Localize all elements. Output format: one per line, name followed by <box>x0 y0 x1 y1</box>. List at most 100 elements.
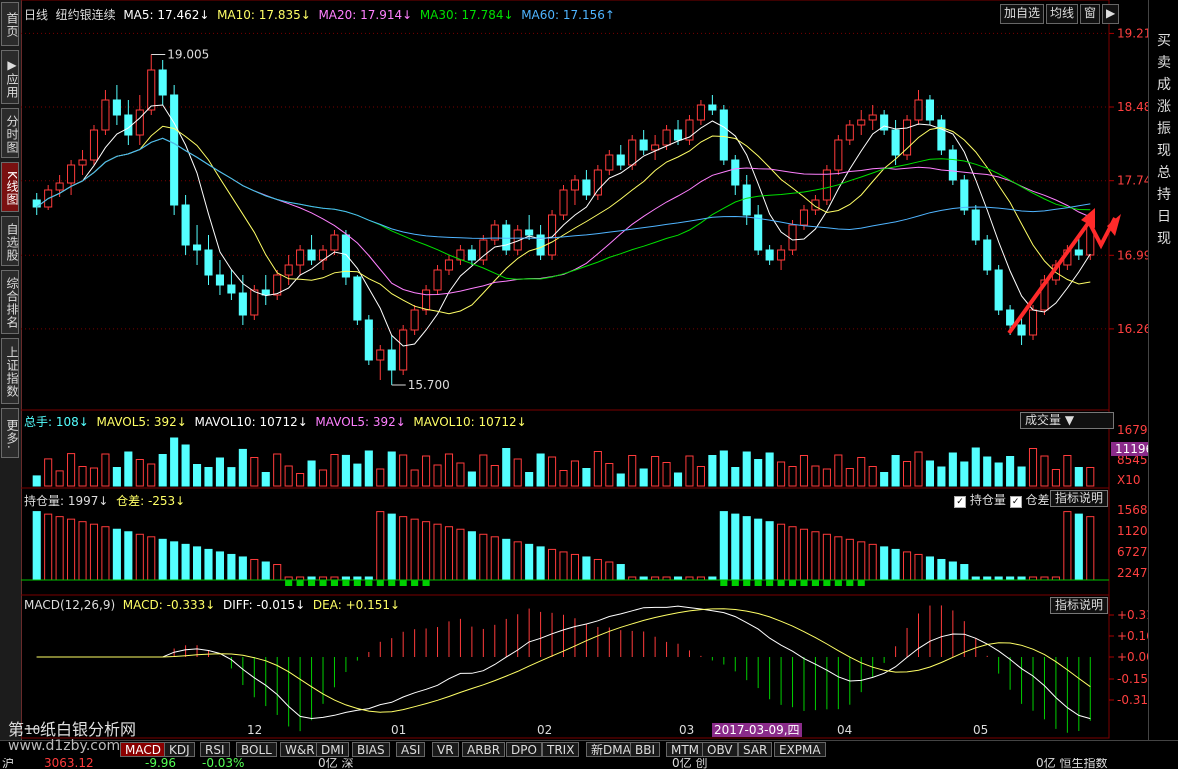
oi-checkbox[interactable]: ✓ <box>954 496 966 508</box>
tab-arbr[interactable]: ARBR <box>462 742 506 757</box>
volume-bar <box>547 456 557 487</box>
sidebar-more[interactable]: 更多. <box>1 408 19 458</box>
oi-bar <box>719 511 728 581</box>
candle-body <box>376 349 385 361</box>
oi-diff-bar <box>823 580 831 586</box>
sidebar-shanghai-index[interactable]: 上证指数 <box>1 338 19 404</box>
ma-button[interactable]: 均线 <box>1046 4 1079 24</box>
candle-body <box>387 349 396 371</box>
sidebar-home[interactable]: 首页 <box>1 2 19 46</box>
sidebar-watchlist[interactable]: 自选股 <box>1 216 19 266</box>
sidebar-intraday[interactable]: 分时图 <box>1 108 19 158</box>
add-watchlist-button[interactable]: 加自选 <box>1000 4 1045 24</box>
volume-bar <box>696 466 705 487</box>
oi-checkboxes: ✓ 持仓量 ✓ 仓差 <box>954 491 1050 508</box>
tab-kdj[interactable]: KDJ <box>164 742 195 757</box>
candle-body <box>1074 249 1083 256</box>
oi-bar <box>147 536 156 581</box>
mavol5-legend: MAVOL5: 392↓ <box>96 415 187 429</box>
tab-vr[interactable]: VR <box>432 742 459 757</box>
volume-bar <box>124 451 133 487</box>
tab-trix[interactable]: TRIX <box>542 742 580 757</box>
candle-body <box>937 119 946 151</box>
oi-bar <box>261 561 270 581</box>
tab-mtm[interactable]: MTM <box>666 742 705 757</box>
indicator-selector[interactable]: 成交量 ▼ <box>1020 412 1114 429</box>
tab-bbi[interactable]: BBI <box>630 742 661 757</box>
volume-bar <box>330 454 339 487</box>
chart-area[interactable]: 19.216 18.480 17.743 16.997 16.261 19.005 15.7… <box>21 0 1148 740</box>
oi-diff-bar <box>846 580 854 586</box>
tab-obv[interactable]: OBV <box>702 742 738 757</box>
volume-bar <box>880 472 889 487</box>
tab-wr[interactable]: W&R <box>280 742 320 757</box>
oi-diff-bar <box>411 580 419 586</box>
volume-bar <box>914 451 923 487</box>
diff-checkbox[interactable]: ✓ <box>1009 496 1022 508</box>
volume-bar <box>376 468 385 487</box>
oi-bar <box>456 528 465 581</box>
tab-asi[interactable]: ASI <box>396 742 426 757</box>
date-axis-label: 01 <box>391 723 406 737</box>
tab-rsi[interactable]: RSI <box>200 742 230 757</box>
candle-body <box>101 99 110 131</box>
oi-diff-bar <box>296 580 304 586</box>
oi-help-button[interactable]: 指标说明 <box>1050 490 1109 507</box>
status-change: -9.96 <box>145 758 177 769</box>
oi-bar <box>135 533 144 581</box>
volume-bar <box>479 454 488 487</box>
tab-expma[interactable]: EXPMA <box>774 742 826 757</box>
tab-bias[interactable]: BIAS <box>352 742 390 757</box>
candle-body <box>1006 309 1015 326</box>
tab-dmi[interactable]: DMI <box>316 742 350 757</box>
macd-name: MACD(12,26,9) <box>24 598 116 612</box>
oi-bar <box>834 536 843 581</box>
volume-bar <box>822 468 831 487</box>
tab-macd[interactable]: MACD <box>120 742 166 757</box>
oi-diff-bar <box>731 580 739 586</box>
right-panel-char: 持 <box>1157 187 1171 203</box>
oi-bar <box>1063 511 1072 581</box>
oi-bar <box>559 551 568 581</box>
volume-bar <box>777 461 786 487</box>
oi-diff-bar <box>399 580 407 586</box>
top-toolbar: 加自选 均线 窗 ▶ <box>1000 4 1120 24</box>
oi-bar <box>731 513 740 581</box>
volume-bar <box>616 473 625 487</box>
volume-bar <box>78 466 87 487</box>
volume-bar <box>318 469 328 487</box>
tab-dma[interactable]: 新DMA <box>586 742 636 757</box>
candle-body <box>788 224 797 251</box>
sidebar-kline[interactable]: K线图 <box>1 162 19 212</box>
oi-bar <box>948 561 957 581</box>
tab-boll[interactable]: BOLL <box>236 742 277 757</box>
collapse-arrow-icon[interactable]: ▶ <box>1102 4 1120 24</box>
sidebar-apps[interactable]: ▶应用 <box>1 50 19 104</box>
oi-bar <box>742 516 751 581</box>
oi-bar <box>811 531 820 581</box>
oi-diff-bar <box>857 580 865 586</box>
oi-bar <box>891 548 900 581</box>
volume-bar <box>284 465 293 487</box>
window-button[interactable]: 窗 <box>1080 4 1101 24</box>
macd-axis-label: +0.162 <box>1117 629 1148 643</box>
candle-body <box>422 289 431 311</box>
volume-bar <box>925 460 935 487</box>
macd-help-button[interactable]: 指标说明 <box>1050 597 1109 614</box>
candle-body <box>181 204 190 246</box>
oi-diff-bar <box>388 580 396 586</box>
oi-bar <box>765 521 774 581</box>
volume-bar <box>948 452 957 487</box>
volume-bar <box>181 444 190 487</box>
volume-bar <box>605 463 614 487</box>
candle-body <box>948 149 957 181</box>
oi-bar <box>422 521 431 581</box>
tab-sar[interactable]: SAR <box>738 742 773 757</box>
date-axis-label: 12 <box>247 723 262 737</box>
left-sidebar: 首页 ▶应用 分时图 K线图 自选股 综合排名 上证指数 更多. <box>0 0 22 740</box>
oi-bar <box>101 526 110 581</box>
ma10-legend: MA10: 17.835↓ <box>217 8 311 22</box>
sidebar-ranking[interactable]: 综合排名 <box>1 270 19 334</box>
tab-dpo[interactable]: DPO <box>506 742 542 757</box>
candle-body <box>353 276 362 321</box>
